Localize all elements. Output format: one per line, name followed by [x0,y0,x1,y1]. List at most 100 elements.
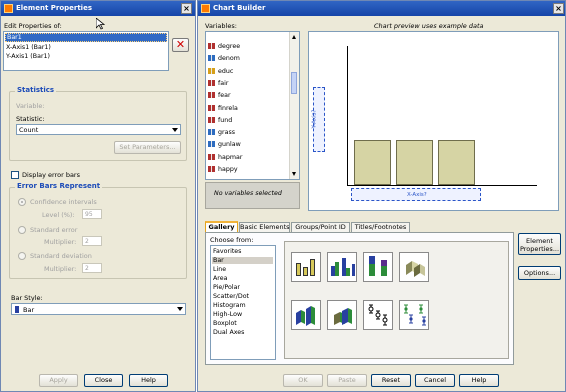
chart-builder-titlebar[interactable]: Chart Builder × [198,1,565,16]
statistics-group-title: Statistics [15,86,57,94]
chart-type-item[interactable]: Scatter/Dot [213,293,249,300]
chart-type-item[interactable]: Area [213,275,228,282]
element-properties-titlebar[interactable]: Element Properties × [1,1,195,16]
preview-bar[interactable] [438,140,475,185]
bar-style-select[interactable]: Bar [11,303,186,315]
variable-label: degree [218,43,241,50]
delete-element-button[interactable]: ✕ [172,38,189,52]
variable-label: grass [218,129,236,137]
element-properties-button[interactable]: Element Properties... [518,233,561,255]
variables-label: Variables: [205,22,237,30]
chart-type-item[interactable]: Pie/Polar [213,284,240,291]
list-item-label: Bar1 [7,34,22,41]
chart-type-list[interactable]: Favorites Bar Line Area Pie/Polar Scatter/Dot… [210,245,276,360]
reset-button[interactable]: Reset [371,374,411,387]
statistic-value: Count [19,126,39,134]
variable-item[interactable]: degree [208,43,240,52]
thumbnail-simple-error-bar[interactable] [363,300,393,330]
chart-type-item[interactable]: Histogram [213,302,246,309]
cancel-button[interactable]: Cancel [415,374,455,387]
apply-button[interactable]: Apply [39,374,78,387]
display-error-bars-checkbox[interactable] [11,171,19,179]
no-variables-text: No variables selected [214,190,282,197]
y-axis [347,46,348,186]
standard-error-radio[interactable] [18,226,26,234]
thumbnail-clustered-error-bar[interactable] [399,300,429,330]
confidence-intervals-radio[interactable] [18,198,26,206]
chart-type-item[interactable]: Line [213,266,226,273]
variable-item[interactable]: grass [208,129,235,138]
standard-error-label: Standard error [30,226,78,234]
close-icon[interactable]: × [181,3,192,14]
scroll-down-arrow-icon[interactable] [292,172,296,176]
variable-item[interactable]: fund [208,116,232,126]
thumbnail-stacked-bar[interactable] [363,252,393,282]
standard-deviation-radio[interactable] [18,252,26,260]
variable-label: fair [218,79,229,87]
chart-type-item[interactable]: High-Low [213,311,242,318]
se-multiplier-input[interactable]: 2 [82,236,102,246]
variable-item[interactable]: educ [208,67,233,77]
help-button[interactable]: Help [129,374,168,387]
scroll-up-arrow-icon[interactable] [292,35,296,39]
3d-stacked-bar-icon [334,308,352,325]
variables-scrollbar[interactable] [289,32,299,179]
paste-button[interactable]: Paste [327,374,367,387]
thumbnail-3d-stacked-bar[interactable] [327,300,357,330]
x-axis-dropzone-label: X-Axis? [407,192,427,198]
edit-properties-list[interactable]: Bar1 X-Axis1 (Bar1) Y-Axis1 (Bar1) [3,31,169,71]
sd-multiplier-input[interactable]: 2 [82,263,102,273]
y-axis-dropzone[interactable]: Y-Axis? [311,87,325,152]
bar-style-icon [15,306,19,313]
scroll-thumb[interactable] [291,72,297,94]
thumbnail-3d-bar[interactable] [399,252,429,282]
variable-item[interactable]: finrela [208,104,238,114]
element-properties-dialog: Element Properties × Edit Properties of:… [0,0,196,392]
ok-button[interactable]: OK [283,374,323,387]
clustered-error-bar-icon [404,304,426,326]
chart-type-item[interactable]: Boxplot [213,320,237,327]
chart-preview-canvas[interactable]: Y-Axis? X-Axis? [308,31,559,211]
close-button[interactable]: Close [84,374,123,387]
chevron-down-icon [172,128,178,132]
statistics-group: Statistics Variable: Statistic: Count Se… [9,86,187,161]
statistic-select[interactable]: Count [16,124,181,135]
app-icon [201,4,210,13]
delete-x-icon: ✕ [175,38,186,51]
options-button[interactable]: Options... [518,266,561,280]
preview-bar[interactable] [396,140,433,185]
variable-item[interactable]: happy [208,166,238,175]
variables-list[interactable]: degree denom educ fair fear finrela fund grass g… [205,31,300,180]
list-item-yaxis[interactable]: Y-Axis1 (Bar1) [6,53,50,60]
chart-builder-dialog: Chart Builder × Variables: Chart preview… [197,0,566,392]
variable-item[interactable]: hapmar [208,153,242,163]
preview-bar[interactable] [354,140,391,185]
chart-type-items: Favorites Bar Line Area Pie/Polar Scatter/Dot… [211,246,275,359]
variable-item[interactable]: fear [208,92,231,101]
help-button[interactable]: Help [459,374,499,387]
tab-label: Basic Elements [240,223,290,231]
se-multiplier-value: 2 [85,238,89,245]
chart-type-item[interactable]: Dual Axes [213,329,244,336]
3d-clustered-bar-icon [296,306,315,326]
variable-item[interactable]: gunlaw [208,141,241,150]
level-label: Level (%): [42,211,75,219]
variable-type-icon [208,166,215,172]
close-icon[interactable]: × [553,3,564,14]
x-axis-dropzone[interactable]: X-Axis? [351,188,481,201]
variable-info-box: No variables selected [205,182,300,209]
chart-type-item[interactable]: Favorites [213,248,241,255]
x-axis [347,185,537,186]
thumbnail-simple-bar[interactable] [291,252,321,282]
level-input[interactable]: 95 [82,209,102,219]
thumbnail-clustered-bar[interactable] [327,252,357,282]
thumbnail-3d-clustered-bar[interactable] [291,300,321,330]
list-item-bar1[interactable]: Bar1 [5,33,167,42]
list-item-xaxis[interactable]: X-Axis1 (Bar1) [6,44,51,51]
variable-item[interactable]: fair [208,79,229,89]
chart-type-item[interactable]: Bar [212,257,273,264]
variable-type-icon [208,92,215,99]
variable-type-icon [208,153,215,160]
set-parameters-button[interactable]: Set Parameters... [114,141,181,154]
variable-item[interactable]: denom [208,55,240,64]
